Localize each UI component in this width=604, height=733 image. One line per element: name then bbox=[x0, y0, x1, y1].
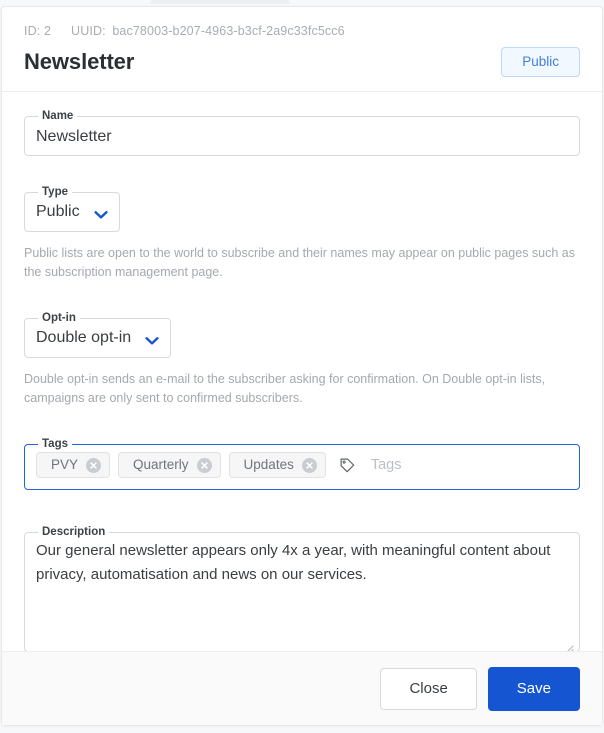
description-field-label: Description bbox=[42, 526, 106, 538]
optin-field-label: Opt-in bbox=[42, 312, 76, 324]
type-field-label: Type bbox=[42, 186, 68, 198]
background-panel-edge bbox=[150, 0, 290, 4]
remove-tag-icon[interactable] bbox=[301, 457, 317, 473]
type-select[interactable]: Public bbox=[36, 198, 108, 234]
page-title: Newsletter bbox=[24, 49, 135, 74]
record-uuid-value: bac78003-b207-4963-b3cf-2a9c33fc5cc6 bbox=[112, 24, 345, 38]
list-edit-modal: ID: 2 UUID: bac78003-b207-4963-b3cf-2a9c3… bbox=[1, 6, 603, 726]
description-value: Our general newsletter appears only 4x a… bbox=[36, 542, 551, 583]
modal-footer: Close Save bbox=[2, 651, 602, 725]
name-field-label: Name bbox=[42, 110, 74, 122]
title-row: Newsletter Public bbox=[24, 47, 580, 77]
resize-handle-icon[interactable] bbox=[563, 637, 574, 651]
remove-tag-icon[interactable] bbox=[196, 457, 212, 473]
record-id-value: 2 bbox=[43, 24, 52, 38]
tag-chip-label: PVY bbox=[51, 457, 79, 472]
type-help-text: Public lists are open to the world to su… bbox=[24, 246, 576, 279]
optin-select-value: Double opt-in bbox=[36, 329, 132, 346]
type-field[interactable]: Type Public bbox=[24, 186, 120, 232]
name-field[interactable]: Name Newsletter bbox=[24, 110, 580, 156]
tags-field[interactable]: Tags PVY Quarterly Updates Tags bbox=[24, 438, 580, 490]
tags-input[interactable]: Tags bbox=[371, 456, 402, 474]
chevron-down-icon[interactable] bbox=[145, 333, 159, 345]
modal-header: ID: 2 UUID: bac78003-b207-4963-b3cf-2a9c3… bbox=[2, 7, 602, 92]
tag-chip[interactable]: Updates bbox=[228, 452, 326, 478]
record-uuid-label: UUID: bbox=[71, 24, 106, 38]
optin-field[interactable]: Opt-in Double opt-in bbox=[24, 312, 172, 360]
tags-field-label: Tags bbox=[42, 438, 68, 450]
tag-chip[interactable]: Quarterly bbox=[118, 452, 221, 478]
tags-row[interactable]: PVY Quarterly Updates Tags bbox=[36, 450, 568, 489]
record-id: ID: 2 bbox=[24, 24, 51, 38]
status-badge: Public bbox=[501, 47, 580, 77]
type-select-value: Public bbox=[36, 203, 80, 220]
close-button[interactable]: Close bbox=[380, 667, 477, 710]
description-field[interactable]: Description Our general newsletter appea… bbox=[24, 526, 580, 651]
record-id-label: ID: bbox=[24, 24, 41, 38]
description-textarea[interactable]: Our general newsletter appears only 4x a… bbox=[36, 538, 574, 651]
name-input[interactable]: Newsletter bbox=[36, 122, 568, 160]
record-meta: ID: 2 UUID: bac78003-b207-4963-b3cf-2a9c3… bbox=[24, 23, 580, 39]
tag-chip[interactable]: PVY bbox=[36, 452, 111, 478]
tag-chip-label: Quarterly bbox=[133, 457, 189, 472]
remove-tag-icon[interactable] bbox=[86, 457, 102, 473]
tag-chip-label: Updates bbox=[243, 457, 294, 472]
tag-icon bbox=[340, 458, 355, 473]
chevron-down-icon[interactable] bbox=[93, 207, 108, 219]
optin-select[interactable]: Double opt-in bbox=[36, 324, 159, 360]
optin-help-text: Double opt-in sends an e-mail to the sub… bbox=[24, 372, 546, 405]
modal-body: Name Newsletter Type Public Public lists… bbox=[2, 92, 602, 651]
save-button[interactable]: Save bbox=[487, 666, 580, 711]
